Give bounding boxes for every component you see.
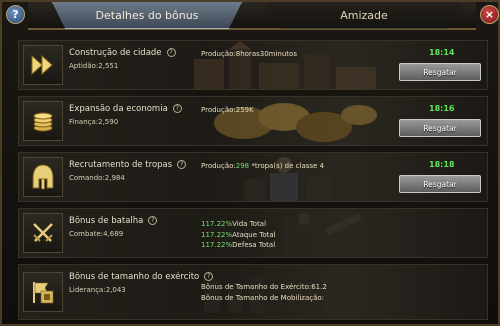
question-icon: ?: [12, 8, 19, 21]
crossed-swords-icon: [23, 213, 63, 253]
coins-artwork: [214, 103, 377, 142]
row-title: Expansão da economia?: [69, 104, 182, 114]
help-button[interactable]: ?: [6, 5, 25, 24]
bonus-mobilization-size: Bônus de Tamanho de Mobilização:: [201, 293, 325, 302]
row-title: Construção de cidade?: [69, 48, 176, 58]
city-artwork: [194, 41, 376, 89]
row-economy-expansion: Expansão da economia? Finança:2,590 Prod…: [18, 96, 488, 146]
redeem-button[interactable]: Resgatar: [399, 175, 481, 193]
row-production: Produção:8horas30minutos: [201, 50, 297, 58]
row-title: Bônus de batalha?: [69, 216, 158, 226]
redeem-button[interactable]: Resgatar: [399, 119, 481, 137]
row-production: Produção:259K: [201, 106, 254, 114]
helmet-icon: [23, 157, 63, 197]
info-icon[interactable]: ?: [166, 48, 176, 57]
coins-icon: [23, 101, 63, 141]
row-army-size-bonus: Bônus de tamanho do exército? Liderança:…: [18, 264, 488, 320]
row-stat: Combate:4,689: [69, 230, 124, 238]
row-stat: Finança:2,590: [69, 118, 119, 126]
tab-friendship[interactable]: Amizade: [266, 2, 462, 29]
tab-bar: Detalhes do bônus Amizade: [28, 2, 476, 30]
info-icon[interactable]: ?: [148, 216, 158, 225]
bonus-health: 117.22%Vida Total: [201, 220, 267, 228]
army-bonus-list: Bônus de Tamanho do Exército:61.2 Bônus …: [201, 282, 327, 303]
bonus-attack: 117.22%Ataque Total: [201, 230, 276, 239]
info-icon[interactable]: ?: [204, 272, 214, 281]
row-timer: 18:18: [429, 160, 455, 169]
fast-forward-icon: [23, 45, 63, 85]
info-icon[interactable]: ?: [177, 160, 187, 169]
info-icon[interactable]: ?: [172, 104, 182, 113]
army-flag-icon: [23, 272, 63, 312]
bonus-army-size: Bônus de Tamanho do Exército:61.2: [201, 283, 327, 291]
row-timer: 18:14: [429, 48, 455, 57]
row-title: Recrutamento de tropas?: [69, 160, 187, 170]
bonus-defense: 117.22%Defesa Total: [201, 241, 276, 249]
row-production: Produção:298 *tropa(s) de classe 4: [201, 162, 325, 170]
row-stat: Liderança:2,043: [69, 286, 126, 294]
row-stat: Aptidão:2,551: [69, 62, 119, 70]
close-icon: ×: [484, 8, 495, 21]
row-city-construction: Construção de cidade? Aptidão:2,551 Prod…: [18, 40, 488, 90]
battle-bonus-list: 117.22%Vida Total 117.22%Ataque Total 11…: [201, 219, 276, 251]
row-stat: Comando:2,984: [69, 174, 125, 182]
row-troop-recruitment: Recrutamento de tropas? Comando:2,984 Pr…: [18, 152, 488, 202]
redeem-button[interactable]: Resgatar: [399, 63, 481, 81]
row-battle-bonus: Bônus de batalha? Combate:4,689 117.22%V…: [18, 208, 488, 258]
soldier-artwork: [244, 157, 332, 201]
row-timer: 18:16: [429, 104, 455, 113]
bonus-panel: Detalhes do bônus Amizade ? × Construção…: [0, 0, 500, 326]
row-title: Bônus de tamanho do exército?: [69, 272, 214, 282]
tab-bonus-details[interactable]: Detalhes do bônus: [52, 2, 242, 29]
close-button[interactable]: ×: [480, 5, 499, 24]
